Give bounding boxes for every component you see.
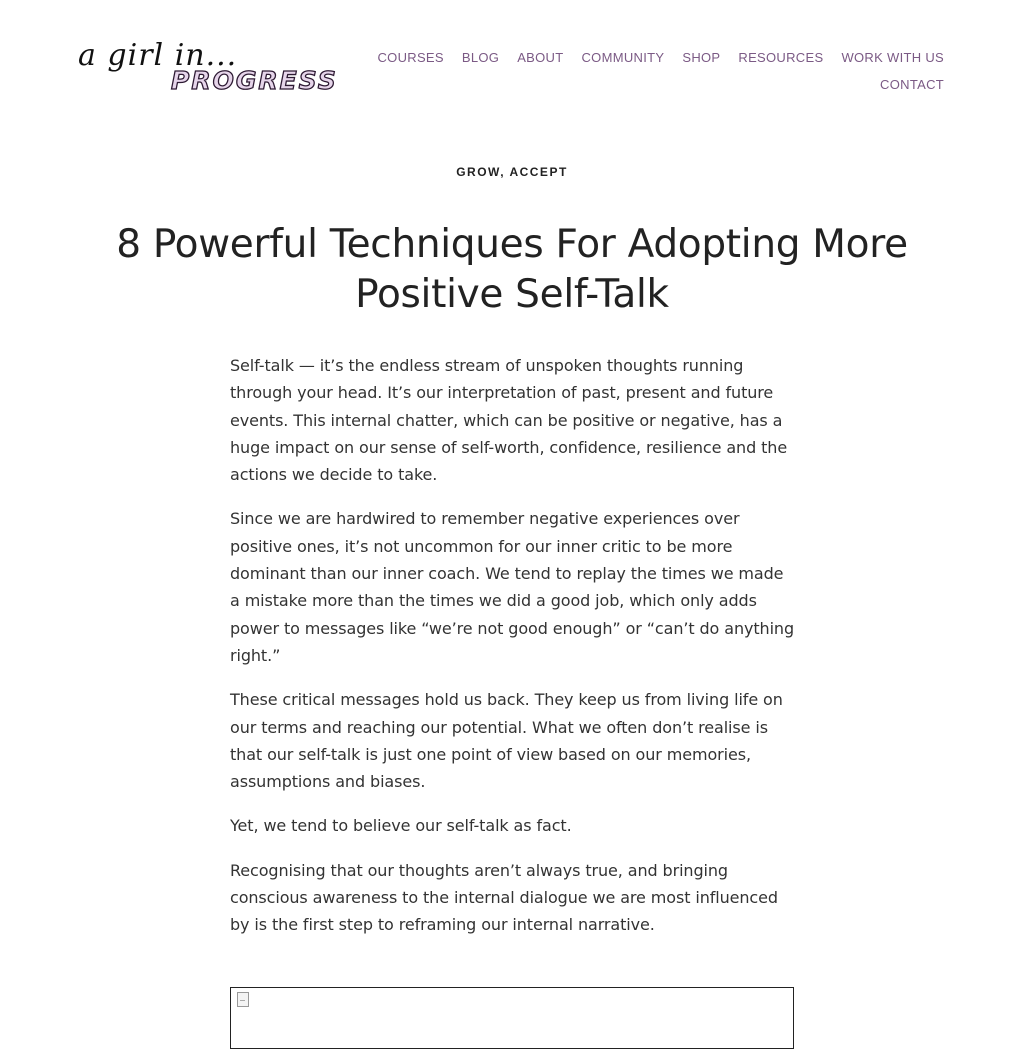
nav-row-secondary: CONTACT [384,71,944,98]
broken-image-icon [237,992,249,1007]
post-body: Self-talk — it’s the endless stream of u… [230,352,796,956]
nav-item-contact[interactable]: CONTACT [880,77,944,92]
category-link-grow[interactable]: GROW [456,165,500,179]
body-paragraph: Yet, we tend to believe our self-talk as… [230,816,572,836]
nav-item-resources[interactable]: RESOURCES [738,50,823,65]
body-paragraph: These critical messages hold us back. Th… [230,690,783,792]
nav-item-blog[interactable]: BLOG [462,50,499,65]
nav-item-community[interactable]: COMMUNITY [581,50,664,65]
logo-wordmark: PROGRESS [170,65,338,95]
site-logo[interactable]: a girl in... PROGRESS [78,38,338,110]
post-title-line-2: Positive Self-Talk [355,272,669,317]
body-paragraph: Recognising that our thoughts aren’t alw… [230,860,778,935]
nav-item-courses[interactable]: COURSES [377,50,443,65]
site-header: a girl in... PROGRESS COURSES BLOG ABOUT… [0,0,1024,120]
category-link-accept[interactable]: ACCEPT [509,165,567,179]
embedded-image-frame[interactable] [230,987,794,1049]
post-title-line-1: 8 Powerful Techniques For Adopting More [116,222,908,267]
nav-row-primary: COURSES BLOG ABOUT COMMUNITY SHOP RESOUR… [377,44,944,71]
post-categories: GROW, ACCEPT [0,165,1024,179]
main-nav: COURSES BLOG ABOUT COMMUNITY SHOP RESOUR… [377,44,944,98]
nav-item-shop[interactable]: SHOP [682,50,720,65]
nav-item-work-with-us[interactable]: WORK WITH US [841,50,944,65]
body-paragraph: Since we are hardwired to remember negat… [230,509,795,665]
body-paragraph: Self-talk — it’s the endless stream of u… [230,356,788,485]
post-title: 8 Powerful Techniques For Adopting More … [112,220,912,320]
nav-item-about[interactable]: ABOUT [517,50,563,65]
